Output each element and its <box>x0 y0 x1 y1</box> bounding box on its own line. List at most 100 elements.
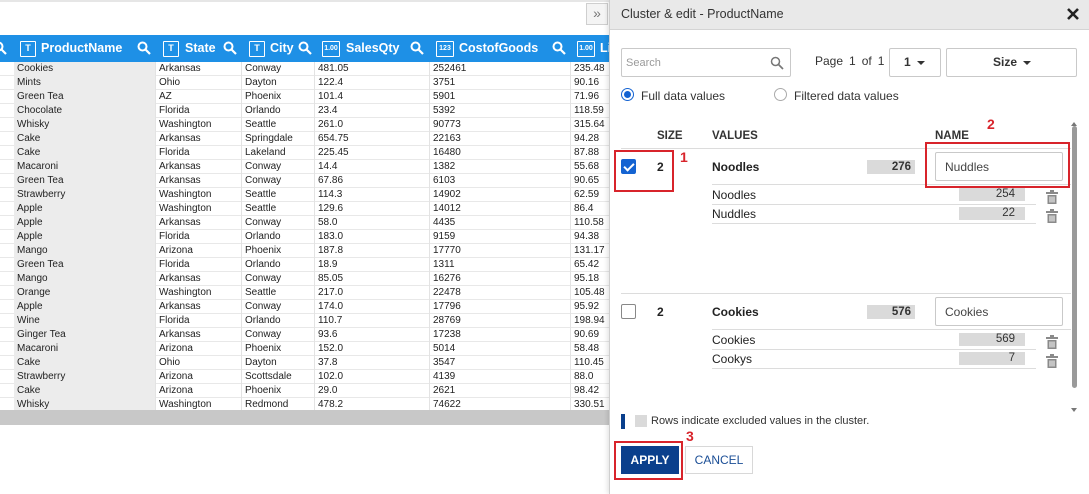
table-cell[interactable]: Arkansas <box>156 328 242 342</box>
table-cell[interactable]: 14012 <box>430 202 571 216</box>
table-cell[interactable]: Arkansas <box>156 272 242 286</box>
table-cell[interactable]: Cake <box>14 384 156 398</box>
cluster-list-scrollbar[interactable] <box>1071 122 1078 414</box>
table-cell[interactable]: Florida <box>156 146 242 160</box>
table-cell[interactable]: Arizona <box>156 244 242 258</box>
table-cell[interactable]: 4435 <box>430 216 571 230</box>
table-cell[interactable]: 101.4 <box>315 90 430 104</box>
table-cell[interactable]: Conway <box>242 272 315 286</box>
table-cell[interactable]: Arkansas <box>156 160 242 174</box>
table-cell[interactable]: 17238 <box>430 328 571 342</box>
table-cell[interactable]: Strawberry <box>14 188 156 202</box>
table-row[interactable]: Mango Arkansas Conway 85.05 16276 95.18 <box>0 272 609 286</box>
table-cell[interactable]: 3751 <box>430 76 571 90</box>
table-cell[interactable]: 95.18 <box>571 272 609 286</box>
table-cell[interactable]: 58.0 <box>315 216 430 230</box>
table-cell[interactable]: 58.48 <box>571 342 609 356</box>
table-cell[interactable]: Phoenix <box>242 244 315 258</box>
table-cell[interactable]: Green Tea <box>14 90 156 104</box>
radio-full-data[interactable] <box>621 88 634 101</box>
trash-icon[interactable] <box>1046 354 1058 368</box>
table-cell[interactable]: Seattle <box>242 202 315 216</box>
search-icon[interactable] <box>410 41 424 55</box>
table-cell[interactable]: Mango <box>14 272 156 286</box>
table-cell[interactable]: 198.94 <box>571 314 609 328</box>
table-cell[interactable]: Green Tea <box>14 174 156 188</box>
table-row[interactable]: Whisky Washington Redmond 478.2 74622 330.51 <box>0 398 609 410</box>
table-cell[interactable]: Ohio <box>156 76 242 90</box>
table-cell[interactable]: 65.42 <box>571 258 609 272</box>
table-row[interactable]: Cake Ohio Dayton 37.8 3547 110.45 <box>0 356 609 370</box>
horizontal-scrollbar[interactable] <box>0 410 609 425</box>
table-cell[interactable]: 86.4 <box>571 202 609 216</box>
table-cell[interactable]: 17770 <box>430 244 571 258</box>
table-cell[interactable]: 29.0 <box>315 384 430 398</box>
table-cell[interactable]: Arkansas <box>156 174 242 188</box>
table-cell[interactable]: Dayton <box>242 356 315 370</box>
table-cell[interactable]: 6103 <box>430 174 571 188</box>
table-cell[interactable]: 225.45 <box>315 146 430 160</box>
table-cell[interactable]: Mango <box>14 244 156 258</box>
table-cell[interactable]: 114.3 <box>315 188 430 202</box>
table-row[interactable]: Macaroni Arkansas Conway 14.4 1382 55.68 <box>0 160 609 174</box>
table-cell[interactable]: 95.92 <box>571 300 609 314</box>
table-cell[interactable]: 22163 <box>430 132 571 146</box>
table-cell[interactable]: 131.17 <box>571 244 609 258</box>
table-cell[interactable]: 90.69 <box>571 328 609 342</box>
search-icon[interactable] <box>137 41 151 55</box>
table-row[interactable]: Apple Arkansas Conway 174.0 17796 95.92 <box>0 300 609 314</box>
table-cell[interactable]: 94.38 <box>571 230 609 244</box>
table-cell[interactable]: 85.05 <box>315 272 430 286</box>
table-row[interactable]: Apple Washington Seattle 129.6 14012 86.4 <box>0 202 609 216</box>
table-cell[interactable]: 67.86 <box>315 174 430 188</box>
table-cell[interactable]: 5901 <box>430 90 571 104</box>
table-cell[interactable]: Cookies <box>14 62 156 76</box>
table-cell[interactable]: Seattle <box>242 188 315 202</box>
table-cell[interactable]: 17796 <box>430 300 571 314</box>
table-cell[interactable]: 183.0 <box>315 230 430 244</box>
table-cell[interactable]: Orange <box>14 286 156 300</box>
table-cell[interactable]: Arizona <box>156 384 242 398</box>
table-row[interactable]: Mango Arizona Phoenix 187.8 17770 131.17 <box>0 244 609 258</box>
search-icon[interactable] <box>0 41 7 55</box>
table-cell[interactable]: Conway <box>242 328 315 342</box>
table-cell[interactable]: Macaroni <box>14 342 156 356</box>
table-cell[interactable]: 187.8 <box>315 244 430 258</box>
table-cell[interactable]: 14902 <box>430 188 571 202</box>
table-row[interactable]: Cake Florida Lakeland 225.45 16480 87.88 <box>0 146 609 160</box>
table-cell[interactable]: 481.05 <box>315 62 430 76</box>
table-row[interactable]: Cookies Arkansas Conway 481.05 252461 235.48 <box>0 62 609 76</box>
page-select[interactable]: 1 <box>889 48 941 77</box>
table-cell[interactable]: 152.0 <box>315 342 430 356</box>
table-row[interactable]: Orange Washington Seattle 217.0 22478 105.48 <box>0 286 609 300</box>
table-cell[interactable]: Springdale <box>242 132 315 146</box>
search-input[interactable] <box>626 54 766 71</box>
collapse-panel-button[interactable]: » <box>586 3 608 25</box>
table-cell[interactable]: 93.6 <box>315 328 430 342</box>
table-cell[interactable]: Washington <box>156 118 242 132</box>
table-cell[interactable]: Conway <box>242 160 315 174</box>
search-icon[interactable] <box>770 56 784 70</box>
table-cell[interactable]: 105.48 <box>571 286 609 300</box>
table-cell[interactable]: 129.6 <box>315 202 430 216</box>
table-cell[interactable]: Phoenix <box>242 342 315 356</box>
table-cell[interactable]: 174.0 <box>315 300 430 314</box>
table-cell[interactable]: Arizona <box>156 342 242 356</box>
table-cell[interactable]: Chocolate <box>14 104 156 118</box>
sort-select[interactable]: Size <box>946 48 1077 77</box>
table-cell[interactable]: 88.0 <box>571 370 609 384</box>
table-row[interactable]: Mints Ohio Dayton 122.4 3751 90.16 <box>0 76 609 90</box>
cluster-checkbox[interactable] <box>621 304 636 319</box>
table-cell[interactable]: 22478 <box>430 286 571 300</box>
table-cell[interactable]: 28769 <box>430 314 571 328</box>
close-icon[interactable] <box>1064 5 1082 23</box>
table-cell[interactable]: 122.4 <box>315 76 430 90</box>
trash-icon[interactable] <box>1046 335 1058 349</box>
table-cell[interactable]: Orlando <box>242 314 315 328</box>
table-cell[interactable]: 261.0 <box>315 118 430 132</box>
table-cell[interactable]: Apple <box>14 202 156 216</box>
table-cell[interactable]: 235.48 <box>571 62 609 76</box>
table-cell[interactable]: 87.88 <box>571 146 609 160</box>
table-cell[interactable]: Cake <box>14 146 156 160</box>
table-cell[interactable]: Florida <box>156 230 242 244</box>
